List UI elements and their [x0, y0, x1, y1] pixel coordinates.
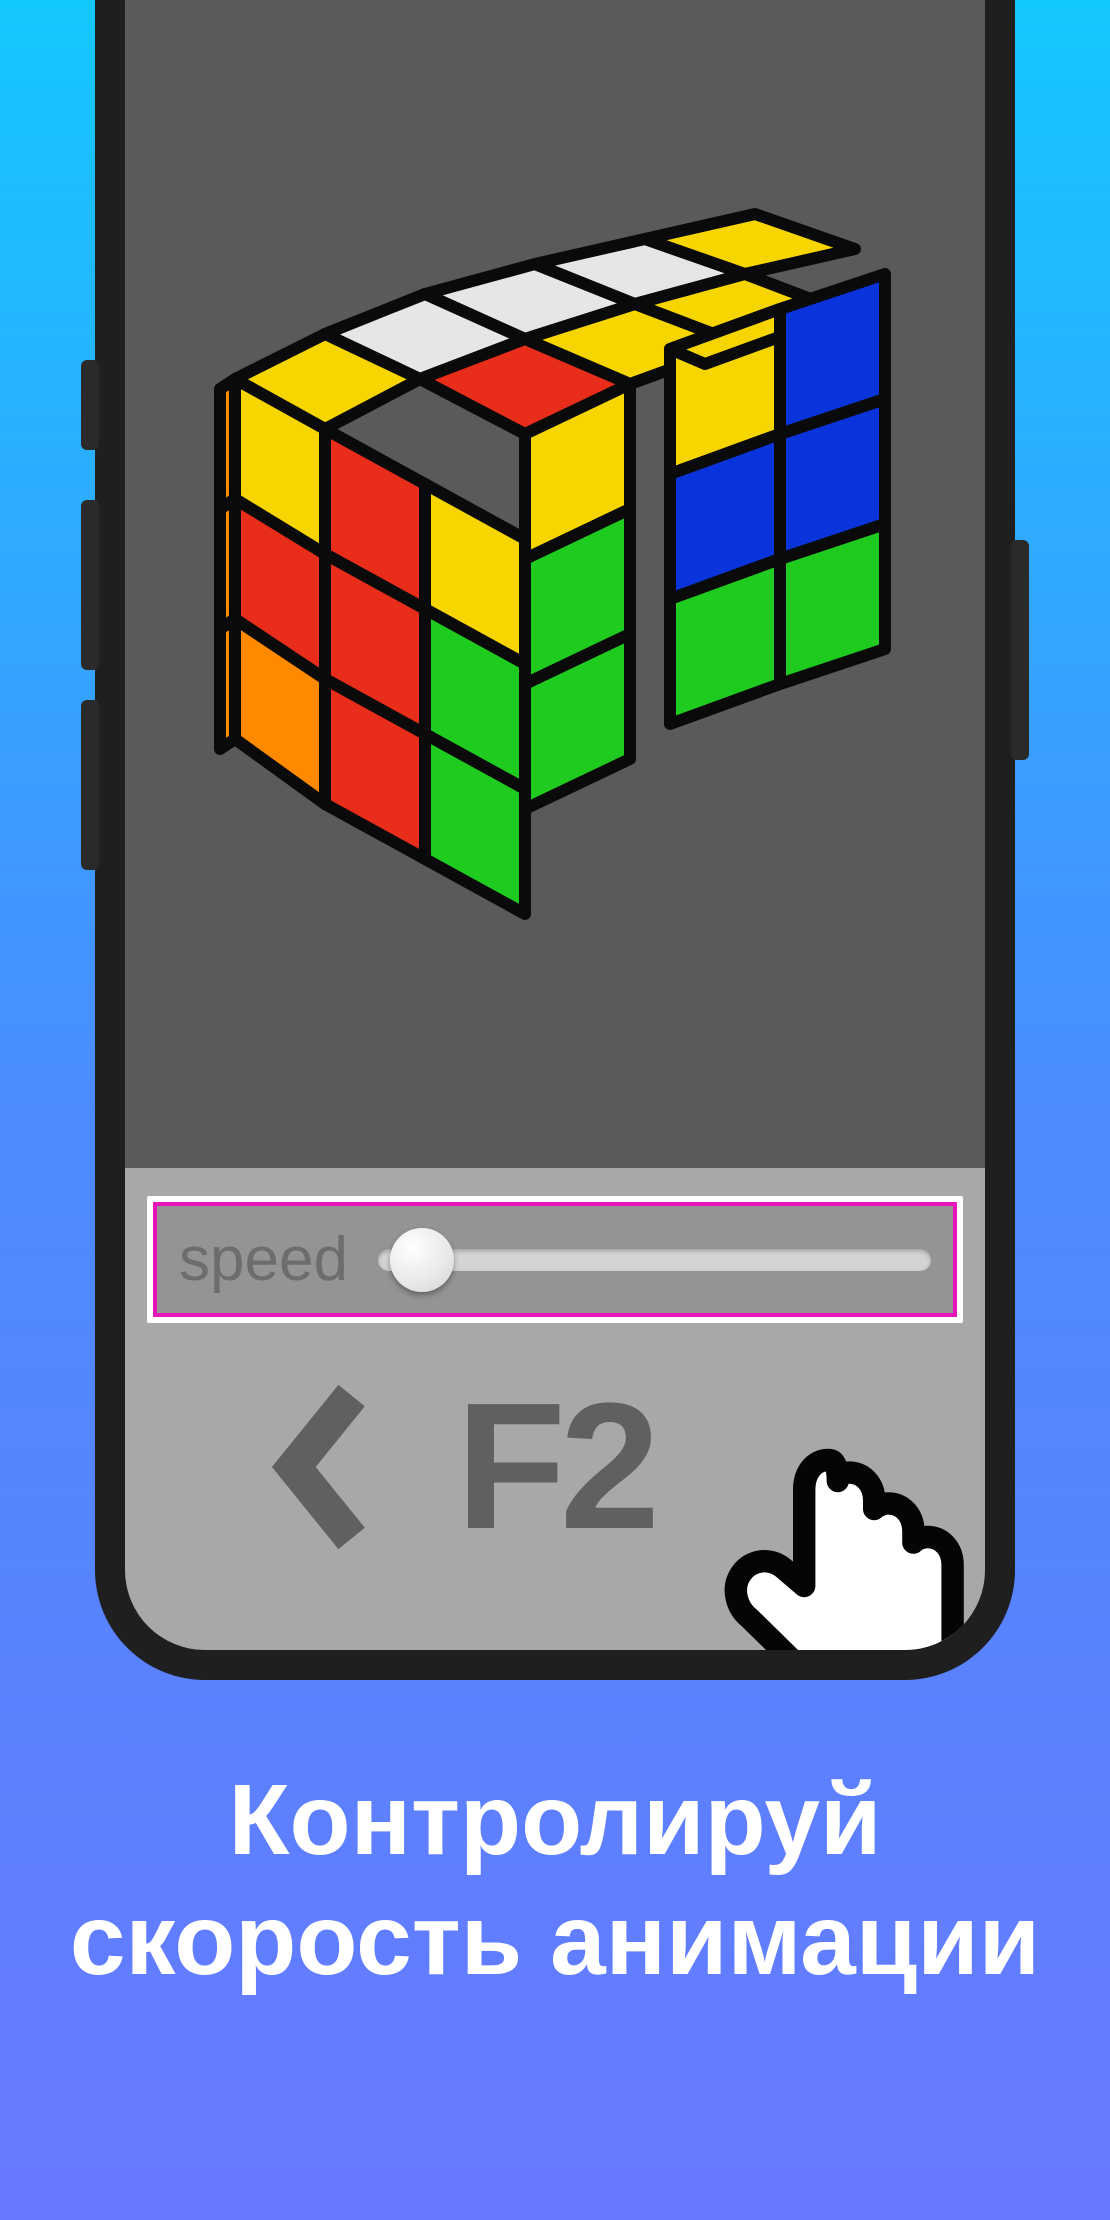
phone-side-button: [81, 360, 99, 450]
phone-frame: speed F2: [95, 0, 1015, 1680]
speed-slider-row: speed: [153, 1202, 957, 1317]
left-2: [220, 619, 235, 749]
caption-line-2: скорость анимации: [40, 1880, 1070, 2000]
cube-viewport[interactable]: [125, 0, 985, 1168]
caption-line-1: Контролируй: [40, 1760, 1070, 1880]
sliceB-front-bot: [780, 524, 885, 684]
speed-slider[interactable]: [378, 1249, 931, 1271]
promo-caption: Контролируй скорость анимации: [0, 1760, 1110, 2000]
previous-move-button[interactable]: [266, 1382, 376, 1552]
control-panel: speed F2: [125, 1168, 985, 1650]
phone-side-button: [81, 700, 99, 870]
rubiks-cube[interactable]: [165, 174, 945, 954]
phone-side-button: [81, 500, 99, 670]
phone-screen: speed F2: [125, 0, 985, 1650]
current-move-label: F2: [456, 1363, 654, 1570]
speed-slider-thumb[interactable]: [390, 1228, 454, 1292]
speed-label: speed: [179, 1224, 348, 1295]
phone-side-button: [1011, 540, 1029, 760]
move-navigation: F2: [147, 1363, 963, 1570]
speed-slider-highlight: speed: [147, 1196, 963, 1323]
left-0: [220, 379, 235, 509]
left-1: [220, 499, 235, 629]
